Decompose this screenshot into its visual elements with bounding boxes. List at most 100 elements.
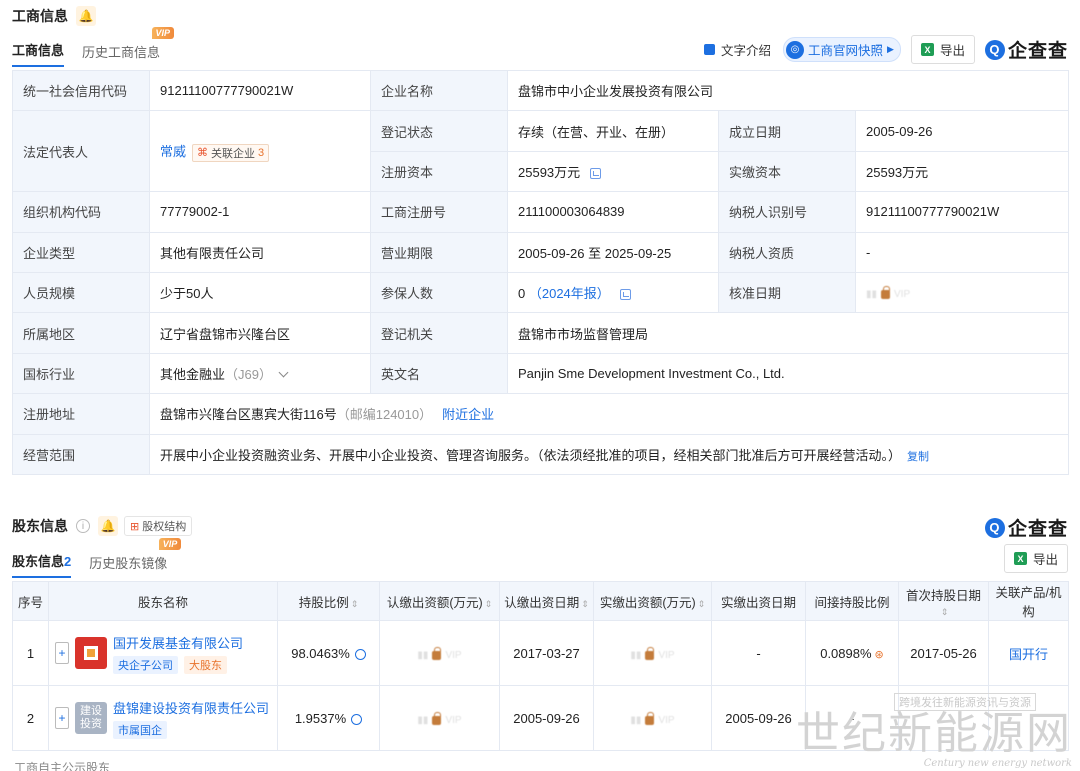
reg-status-label: 登记状态	[370, 110, 508, 152]
legal-rep-label: 法定代表人	[12, 110, 150, 193]
related-link[interactable]: 国开行	[1009, 647, 1048, 662]
shareholder-name-link[interactable]: 国开发展基金有限公司	[113, 633, 243, 652]
col-paid-amount-label: 实缴出资额(万元)	[599, 595, 696, 610]
col-indirect: 间接持股比例	[805, 581, 899, 621]
document-icon	[704, 44, 716, 55]
chart-icon[interactable]	[590, 168, 602, 180]
pct-value: 98.0463%	[291, 645, 350, 661]
chevron-down-icon[interactable]	[278, 367, 289, 378]
vip-locked-value[interactable]: ▮▮ VIP	[417, 711, 462, 726]
tab-shareholders-label: 股东信息	[12, 554, 65, 569]
address-cell: 盘锦市兴隆台区惠宾大街116号（邮编124010） 附近企业	[148, 393, 1070, 435]
tab-shareholders[interactable]: 股东信息2	[12, 551, 72, 578]
scope-label: 经营范围	[12, 433, 150, 475]
paid-amount-cell[interactable]: ▮▮ VIP	[593, 620, 712, 686]
authority-label: 登记机关	[370, 312, 508, 354]
link-icon: ⌘	[197, 147, 209, 160]
vip-badge: VIP	[151, 27, 175, 39]
industry-label: 国标行业	[12, 352, 150, 395]
chart-icon[interactable]	[619, 289, 631, 301]
export-label: 导出	[939, 44, 965, 58]
penetration-icon[interactable]	[354, 648, 366, 660]
equity-structure-icon: ⊞	[130, 520, 140, 533]
en-name-value: Panjin Sme Development Investment Co., L…	[506, 352, 1070, 395]
text-intro-button[interactable]: 文字介绍	[704, 40, 771, 59]
tab-history-shareholders[interactable]: 历史股东镜像 VIP	[89, 538, 182, 578]
pct-cell: 1.9537%	[277, 685, 380, 751]
industry-value: 其他金融业	[160, 366, 226, 382]
business-info-table: 统一社会信用代码 91211100777790021W 企业名称 盘锦市中小企业…	[12, 69, 1070, 475]
approve-cell[interactable]: ▮▮ VIP	[854, 271, 1070, 314]
col-paid-amount[interactable]: 实缴出资额(万元) ⇕	[593, 581, 712, 621]
site-snapshot-label: 工商官网快照	[808, 44, 884, 58]
shareholders-export-button[interactable]: X 导出	[1003, 544, 1068, 573]
lock-icon	[432, 711, 442, 725]
insured-report-link[interactable]: （2024年报）	[529, 286, 610, 301]
vip-locked-label: VIP	[658, 714, 675, 726]
tax-qual-label: 纳税人资质	[718, 231, 856, 273]
col-related: 关联产品/机构	[988, 581, 1069, 621]
col-sub-amount-label: 认缴出资额(万元)	[386, 595, 483, 610]
shareholder-text: 盘锦建设投资有限责任公司 市属国企	[113, 698, 269, 739]
founded-label: 成立日期	[718, 110, 856, 152]
bell-icon[interactable]: 🔔	[98, 516, 118, 536]
paid-amount-cell[interactable]: ▮▮ VIP	[593, 685, 712, 751]
penetration-icon[interactable]	[351, 713, 363, 725]
sub-date-value: 2017-03-27	[499, 620, 594, 686]
logo-text: 企查查	[1007, 41, 1068, 62]
shareholder-name-link[interactable]: 盘锦建设投资有限责任公司	[113, 698, 269, 717]
paid-capital-label: 实缴资本	[718, 150, 856, 193]
tab-business-info[interactable]: 工商信息	[12, 40, 65, 67]
col-pct[interactable]: 持股比例 ⇕	[277, 581, 380, 621]
col-sub-date[interactable]: 认缴出资日期 ⇕	[499, 581, 594, 621]
shareholder-name-cell: + 国开发展基金有限公司 央企子公司 大股东	[48, 620, 278, 686]
bell-icon[interactable]: 🔔	[76, 6, 96, 26]
reg-no-label: 工商注册号	[370, 191, 508, 233]
reg-capital-label: 注册资本	[370, 150, 508, 193]
watermark: 世纪新能源网 Century new energy network	[796, 710, 1072, 770]
company-name-value: 盘锦市中小企业发展投资有限公司	[506, 69, 1070, 112]
equity-structure-label: 股权结构	[142, 521, 187, 533]
vip-locked-label: VIP	[658, 649, 675, 661]
sort-icon: ⇕	[697, 598, 706, 609]
credit-code-value: 91211100777790021W	[149, 69, 371, 112]
staff-value: 少于50人	[149, 271, 371, 314]
site-snapshot-button[interactable]: ◎ 工商官网快照 ▶	[783, 37, 901, 62]
export-button[interactable]: X 导出	[910, 35, 975, 64]
expand-plus-icon[interactable]: +	[55, 707, 69, 729]
legal-rep-link[interactable]: 常威	[160, 144, 186, 159]
tab-history-business-info[interactable]: 历史工商信息 VIP	[82, 27, 175, 67]
vip-locked-value[interactable]: ▮▮ VIP	[630, 646, 675, 661]
table-row: 注册地址 盘锦市兴隆台区惠宾大街116号（邮编124010） 附近企业	[12, 393, 1070, 435]
sort-icon: ⇕	[484, 598, 493, 609]
col-sub-amount[interactable]: 认缴出资额(万元) ⇕	[379, 581, 500, 621]
business-info-title: 工商信息	[12, 8, 68, 24]
related-companies-tag[interactable]: ⌘ 关联企业 3	[192, 143, 270, 162]
equity-chain-icon[interactable]: ⊛	[875, 649, 884, 661]
sub-amount-cell[interactable]: ▮▮ VIP	[379, 685, 500, 751]
text-intro-label: 文字介绍	[721, 44, 772, 58]
vip-locked-value[interactable]: ▮▮ VIP	[630, 711, 675, 726]
logo-text: 企查查	[1007, 519, 1068, 540]
vip-locked-value[interactable]: ▮▮ VIP	[417, 646, 462, 661]
copy-button[interactable]: 复制	[907, 451, 929, 463]
sub-amount-cell[interactable]: ▮▮ VIP	[379, 620, 500, 686]
industry-cell[interactable]: 其他金融业（J69）	[149, 352, 371, 395]
nearby-companies-link[interactable]: 附近企业	[442, 407, 494, 422]
table-row: 所属地区 辽宁省盘锦市兴隆台区 登记机关 盘锦市市场监督管理局	[12, 312, 1070, 354]
vip-badge: VIP	[158, 538, 182, 550]
indirect-cell: 0.0898% ⊛	[805, 620, 899, 686]
equity-structure-button[interactable]: ⊞ 股权结构	[124, 516, 193, 536]
col-sub-date-label: 认缴出资日期	[504, 595, 580, 610]
founded-value: 2005-09-26	[854, 110, 1070, 152]
staff-label: 人员规模	[12, 271, 150, 314]
shareholder-name-wrap: + 国开发展基金有限公司 央企子公司 大股东	[55, 633, 271, 674]
col-index: 序号	[12, 581, 49, 621]
related-cell: 国开行	[988, 620, 1069, 686]
vip-locked-value[interactable]: ▮▮ VIP	[866, 286, 910, 300]
col-first-date[interactable]: 首次持股日期 ⇕	[898, 581, 989, 621]
reg-capital-value: 25593万元	[518, 164, 581, 180]
expand-plus-icon[interactable]: +	[55, 642, 69, 664]
info-icon[interactable]: i	[76, 519, 90, 533]
business-info-header: 工商信息 🔔	[12, 6, 96, 26]
